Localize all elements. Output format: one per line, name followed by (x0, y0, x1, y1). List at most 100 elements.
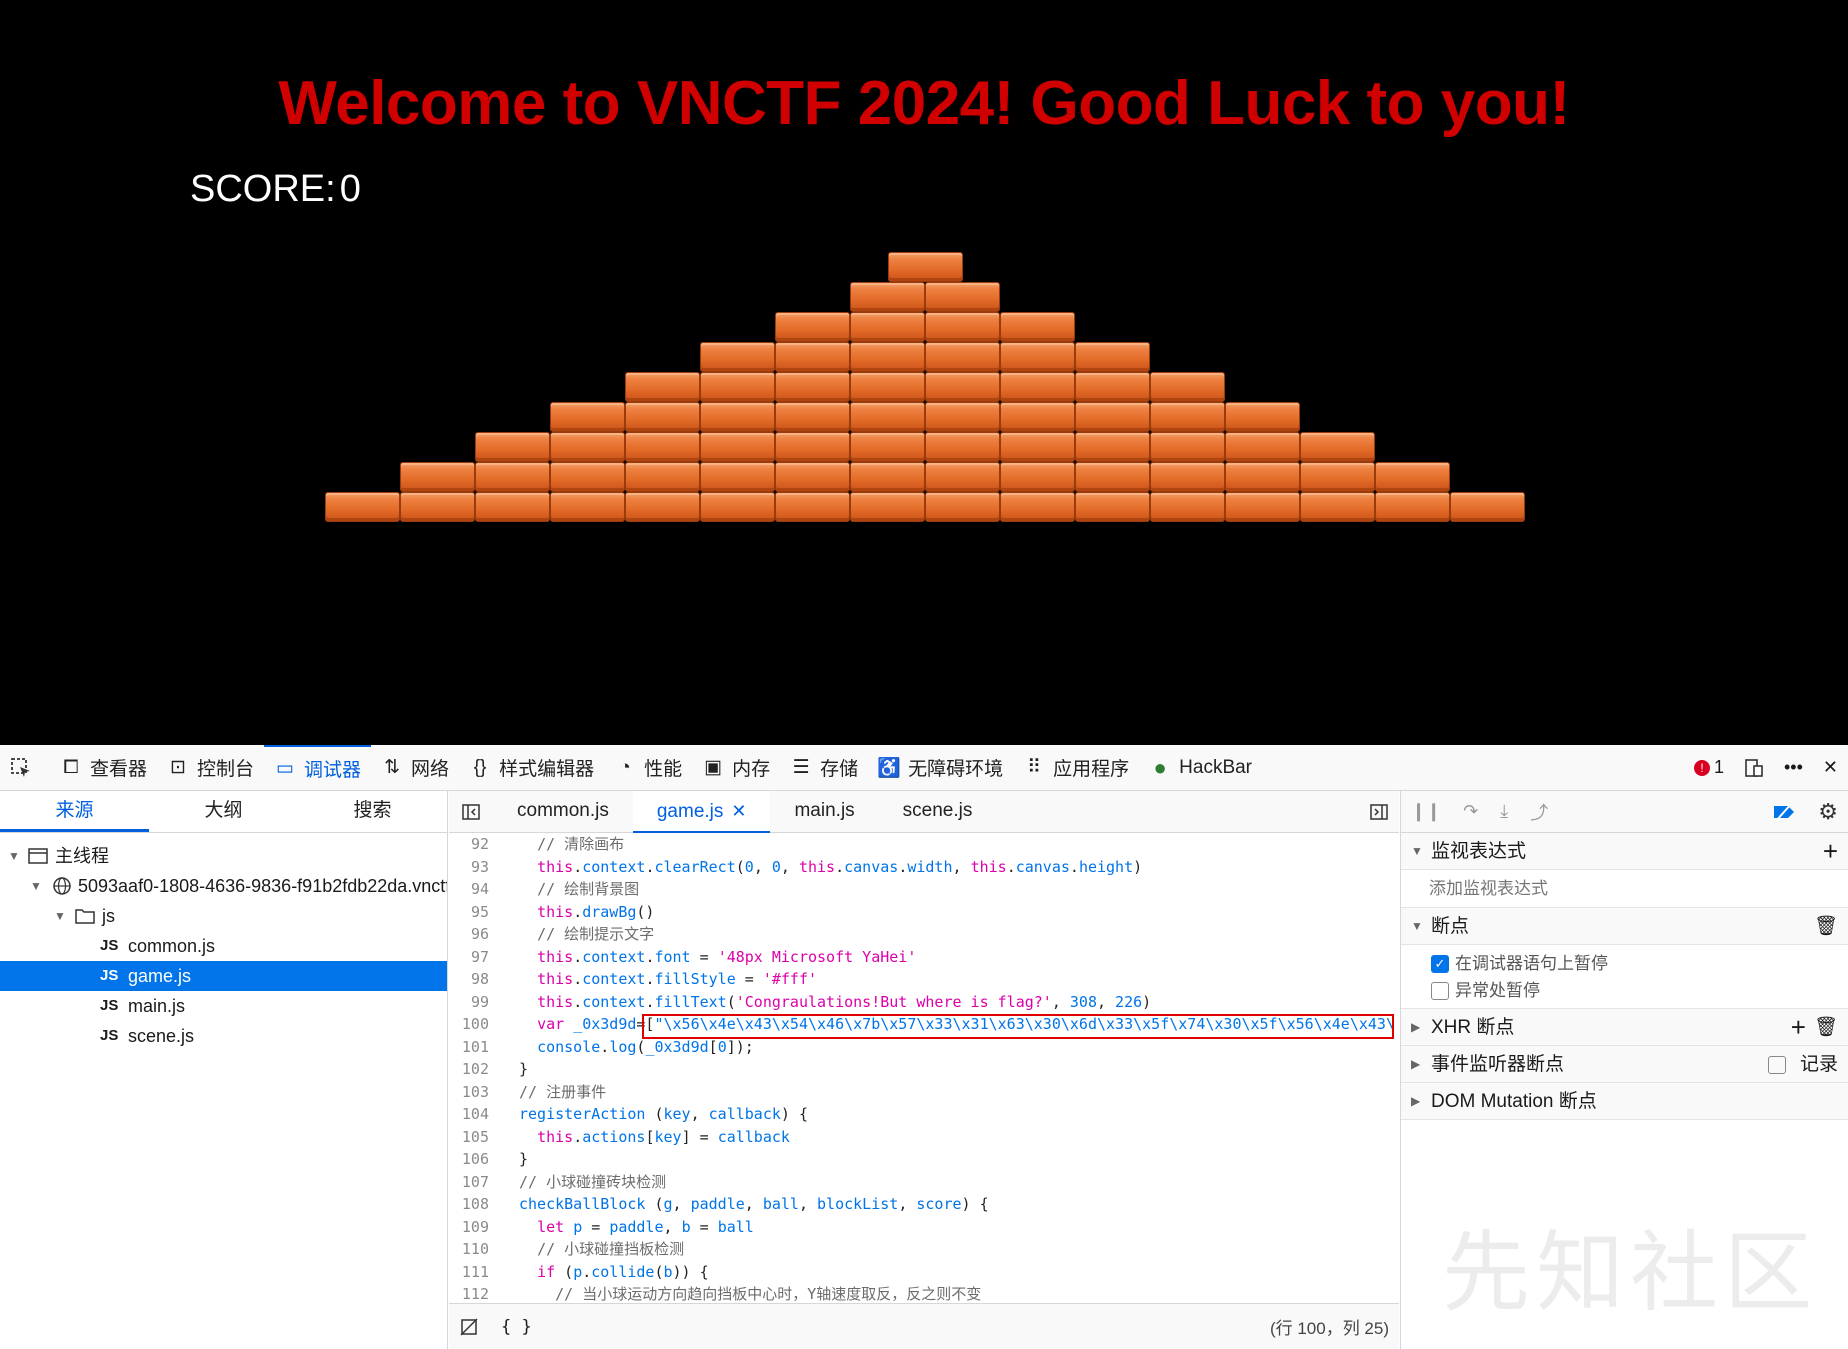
element-picker-button[interactable] (0, 745, 50, 791)
toggle-debug-panel-icon[interactable] (1369, 802, 1389, 822)
dom-mutation-header[interactable]: ▶ DOM Mutation 断点 (1401, 1083, 1848, 1120)
toggle-sources-panel-icon[interactable] (461, 802, 481, 822)
code-line[interactable]: 99 this.context.fillText('Congraulations… (449, 991, 1399, 1014)
blackbox-icon[interactable] (459, 1317, 479, 1337)
game-canvas[interactable]: Welcome to VNCTF 2024! Good Luck to you!… (0, 0, 1848, 745)
deactivate-breakpoints-icon[interactable] (1772, 801, 1796, 822)
code-line[interactable]: 95 this.drawBg() (449, 901, 1399, 924)
code-line[interactable]: 97 this.context.font = '48px Microsoft Y… (449, 946, 1399, 969)
code-line[interactable]: 111 if (p.collide(b)) { (449, 1261, 1399, 1284)
error-badge[interactable]: ! 1 (1693, 757, 1724, 778)
pause-on-debugger-option[interactable]: ✓ 在调试器语句上暂停 (1401, 950, 1848, 977)
add-xhr-icon[interactable]: + (1791, 1009, 1806, 1046)
tab-search[interactable]: 搜索 (298, 791, 447, 832)
step-over-icon[interactable]: ↷ (1463, 801, 1478, 822)
code-line[interactable]: 100 var _0x3d9d=["\x56\x4e\x43\x54\x46\x… (449, 1013, 1399, 1039)
responsive-design-icon[interactable] (1744, 758, 1764, 778)
code-line[interactable]: 106} (449, 1148, 1399, 1171)
code-line[interactable]: 112 // 当小球运动方向趋向挡板中心时，Y轴速度取反，反之则不变 (449, 1283, 1399, 1301)
line-number[interactable]: 93 (449, 856, 489, 879)
tab-performance[interactable]: ◔ 性能 (604, 745, 692, 791)
tree-file[interactable]: JS common.js (0, 931, 447, 961)
line-number[interactable]: 110 (449, 1238, 489, 1261)
line-number[interactable]: 102 (449, 1058, 489, 1081)
line-number[interactable]: 112 (449, 1283, 489, 1301)
code-line[interactable]: 104 registerAction (key, callback) { (449, 1103, 1399, 1126)
tab-debugger[interactable]: ▭ 调试器 (264, 744, 372, 791)
checkbox-checked[interactable]: ✓ (1431, 954, 1449, 973)
close-tab-icon[interactable]: ✕ (731, 801, 746, 821)
close-icon[interactable]: ✕ (1823, 757, 1838, 778)
tab-memory[interactable]: ▣ 内存 (692, 745, 780, 791)
code-line[interactable]: 101 console.log(_0x3d9d[0]); (449, 1036, 1399, 1059)
tree-folder-js[interactable]: ▼ js (0, 901, 447, 931)
breakpoints-header[interactable]: ▼ 断点 🗑 (1401, 908, 1848, 945)
line-number[interactable]: 101 (449, 1036, 489, 1059)
line-number[interactable]: 92 (449, 833, 489, 856)
pretty-print-button[interactable]: { } (501, 1317, 532, 1337)
step-out-icon[interactable]: ⤴ (1530, 799, 1548, 825)
line-number[interactable]: 95 (449, 901, 489, 924)
pause-icon[interactable]: ❙❙ (1411, 801, 1441, 822)
line-number[interactable]: 108 (449, 1193, 489, 1216)
tab-hackbar[interactable]: ● HackBar (1139, 745, 1262, 791)
tab-storage[interactable]: ☰ 存储 (780, 745, 868, 791)
tab-style-editor[interactable]: {} 样式编辑器 (459, 745, 604, 791)
watch-expressions-header[interactable]: ▼ 监视表达式 + (1401, 833, 1848, 870)
code-line[interactable]: 102} (449, 1058, 1399, 1081)
pause-on-exceptions-option[interactable]: 异常处暂停 (1401, 977, 1848, 1004)
tab-inspector[interactable]: ⧠ 查看器 (50, 745, 157, 791)
editor-tab[interactable]: scene.js (879, 791, 997, 833)
line-number[interactable]: 97 (449, 946, 489, 969)
trash-icon[interactable]: 🗑 (1814, 1009, 1838, 1046)
event-breakpoints-header[interactable]: ▶ 事件监听器断点 记录 (1401, 1046, 1848, 1083)
line-number[interactable]: 99 (449, 991, 489, 1014)
add-watch-icon[interactable]: + (1823, 833, 1838, 870)
editor-tab[interactable]: game.js ✕ (632, 790, 771, 833)
watch-input[interactable]: 添加监视表达式 (1401, 870, 1848, 908)
line-number[interactable]: 96 (449, 923, 489, 946)
xhr-breakpoints-header[interactable]: ▶ XHR 断点 + 🗑 (1401, 1009, 1848, 1046)
tree-file[interactable]: JS scene.js (0, 1021, 447, 1051)
code-line[interactable]: 93 this.context.clearRect(0, 0, this.can… (449, 856, 1399, 879)
line-number[interactable]: 106 (449, 1148, 489, 1171)
more-options-icon[interactable]: ••• (1784, 757, 1803, 778)
tab-network[interactable]: ⇅ 网络 (371, 745, 459, 791)
tab-sources[interactable]: 来源 (0, 791, 149, 832)
gear-icon[interactable]: ⚙ (1818, 799, 1838, 825)
checkbox-unchecked[interactable] (1431, 981, 1449, 1000)
line-number[interactable]: 103 (449, 1081, 489, 1104)
line-number[interactable]: 94 (449, 878, 489, 901)
line-number[interactable]: 111 (449, 1261, 489, 1284)
line-number[interactable]: 104 (449, 1103, 489, 1126)
code-line[interactable]: 96 // 绘制提示文字 (449, 923, 1399, 946)
tree-file[interactable]: JS main.js (0, 991, 447, 1021)
code-line[interactable]: 109 let p = paddle, b = ball (449, 1216, 1399, 1239)
tree-domain[interactable]: ▼ 5093aaf0-1808-4636-9836-f91b2fdb22da.v… (0, 871, 447, 901)
tab-console[interactable]: ⊡ 控制台 (157, 745, 264, 791)
trash-icon[interactable]: 🗑 (1814, 908, 1838, 945)
line-number[interactable]: 109 (449, 1216, 489, 1239)
line-number[interactable]: 105 (449, 1126, 489, 1149)
code-line[interactable]: 92 // 清除画布 (449, 833, 1399, 856)
tab-accessibility[interactable]: ♿ 无障碍环境 (868, 745, 1013, 791)
line-number[interactable]: 107 (449, 1171, 489, 1194)
code-line[interactable]: 103 // 注册事件 (449, 1081, 1399, 1104)
code-line[interactable]: 105 this.actions[key] = callback (449, 1126, 1399, 1149)
tab-outline[interactable]: 大纲 (149, 791, 298, 832)
code-line[interactable]: 110 // 小球碰撞挡板检测 (449, 1238, 1399, 1261)
step-in-icon[interactable]: ⤓ (1500, 801, 1508, 822)
tree-main-thread[interactable]: ▼ 主线程 (0, 841, 447, 871)
code-line[interactable]: 98 this.context.fillStyle = '#fff' (449, 968, 1399, 991)
code-line[interactable]: 94 // 绘制背景图 (449, 878, 1399, 901)
line-number[interactable]: 100 (449, 1013, 489, 1036)
editor-tab[interactable]: main.js (770, 791, 878, 833)
log-checkbox[interactable] (1767, 1055, 1786, 1074)
editor-tab[interactable]: common.js (493, 791, 633, 833)
code-line[interactable]: 107 // 小球碰撞砖块检测 (449, 1171, 1399, 1194)
code-area[interactable]: 92 // 清除画布 93 this.context.clearRect(0, 0… (449, 833, 1399, 1301)
tree-file[interactable]: JS game.js (0, 961, 447, 991)
code-line[interactable]: 108 checkBallBlock (g, paddle, ball, bloc… (449, 1193, 1399, 1216)
tab-application[interactable]: ⠿ 应用程序 (1013, 745, 1139, 791)
line-number[interactable]: 98 (449, 968, 489, 991)
